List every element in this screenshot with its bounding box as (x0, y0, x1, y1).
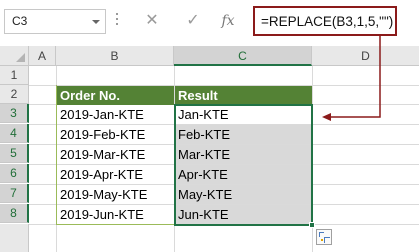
row-header-8[interactable]: 8 (0, 204, 29, 223)
header-cell-result[interactable]: Result (175, 86, 312, 105)
quick-analysis-icon (319, 232, 330, 243)
formula-bar-area: C3 ✕ ✓ fx =REPLACE(B3,1,5,"") (0, 0, 419, 46)
column-header-c[interactable]: C (174, 46, 312, 66)
result-cell[interactable]: May-KTE (175, 185, 312, 204)
select-all-icon (16, 53, 25, 62)
result-cell[interactable]: Apr-KTE (175, 165, 312, 184)
cancel-icon[interactable]: ✕ (142, 10, 162, 32)
order-no-cell[interactable]: 2019-Jan-KTE (57, 105, 174, 124)
column-header-b[interactable]: B (56, 46, 174, 66)
fill-handle[interactable] (309, 222, 315, 228)
select-all-button[interactable] (0, 46, 29, 66)
order-no-cell[interactable]: 2019-Apr-KTE (57, 165, 174, 184)
result-cell[interactable]: Jun-KTE (175, 205, 312, 224)
row-header-9[interactable] (0, 224, 29, 252)
formula-text: =REPLACE(B3,1,5,"") (261, 14, 394, 29)
row-header-3[interactable]: 3 (0, 104, 29, 123)
resize-handle-icon[interactable] (116, 13, 119, 30)
row-header-6[interactable]: 6 (0, 164, 29, 183)
result-cell[interactable]: Mar-KTE (175, 145, 312, 164)
enter-icon[interactable]: ✓ (183, 10, 203, 32)
table-border (56, 224, 174, 225)
result-cell-active[interactable]: Jan-KTE (175, 105, 312, 124)
chevron-down-icon[interactable] (92, 20, 100, 24)
order-no-cell[interactable]: 2019-Jun-KTE (57, 205, 174, 224)
column-header-d[interactable]: D (312, 46, 419, 66)
row-header-4[interactable]: 4 (0, 124, 29, 143)
quick-analysis-button[interactable] (316, 229, 332, 245)
row-header-2[interactable]: 2 (0, 85, 29, 104)
row-header-5[interactable]: 5 (0, 144, 29, 163)
header-cell-order-no[interactable]: Order No. (57, 86, 174, 105)
formula-input[interactable]: =REPLACE(B3,1,5,"") (253, 6, 397, 36)
column-header-a[interactable]: A (29, 46, 56, 66)
name-box[interactable]: C3 (4, 9, 106, 34)
row-header-7[interactable]: 7 (0, 184, 29, 203)
order-no-cell[interactable]: 2019-Mar-KTE (57, 145, 174, 164)
table-border (56, 85, 57, 225)
order-no-cell[interactable]: 2019-May-KTE (57, 185, 174, 204)
order-no-cell[interactable]: 2019-Feb-KTE (57, 125, 174, 144)
insert-function-button[interactable]: fx (218, 10, 238, 32)
name-box-value: C3 (12, 14, 28, 28)
result-cell[interactable]: Feb-KTE (175, 125, 312, 144)
row-header-1[interactable]: 1 (0, 66, 29, 85)
